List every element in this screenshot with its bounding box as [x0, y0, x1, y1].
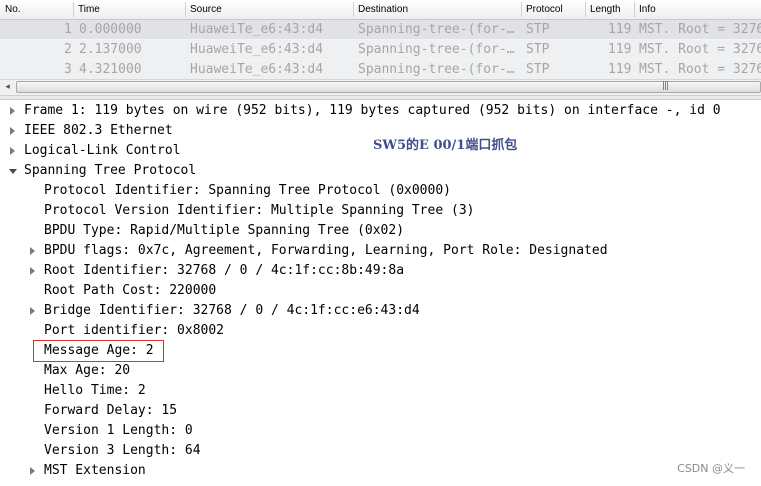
- column-header-source[interactable]: Source: [190, 4, 222, 15]
- column-separator[interactable]: [521, 2, 522, 17]
- scroll-left-icon[interactable]: ◂: [0, 80, 15, 95]
- packet-destination: Spanning-tree-(for-…: [358, 22, 515, 37]
- scrollbar-thumb[interactable]: |||: [16, 81, 761, 93]
- packet-row[interactable]: 3 4.321000 HuaweiTe_e6:43:d4 Spanning-tr…: [0, 60, 761, 79]
- packet-details-tree: Frame 1: 119 bytes on wire (952 bits), 1…: [0, 100, 761, 486]
- tree-field-version-3-length[interactable]: Version 3 Length: 64: [0, 441, 761, 461]
- packet-time: 0.000000: [79, 22, 142, 37]
- packet-length: 119: [608, 22, 632, 37]
- horizontal-scrollbar[interactable]: ◂ |||: [0, 79, 761, 96]
- expand-arrow-icon[interactable]: [10, 147, 15, 155]
- field-label: BPDU flags: 0x7c, Agreement, Forwarding,…: [44, 243, 608, 258]
- capture-annotation: SW5的E 00/1端口抓包: [373, 138, 518, 153]
- packet-destination: Spanning-tree-(for-…: [358, 62, 515, 77]
- tree-field-bpdu-type[interactable]: BPDU Type: Rapid/Multiple Spanning Tree …: [0, 221, 761, 241]
- tree-item-frame[interactable]: Frame 1: 119 bytes on wire (952 bits), 1…: [0, 101, 761, 121]
- tree-item-label: Spanning Tree Protocol: [24, 163, 197, 178]
- column-header-length[interactable]: Length: [590, 4, 621, 15]
- field-label: Protocol Version Identifier: Multiple Sp…: [44, 203, 475, 218]
- field-label: Max Age: 20: [44, 363, 131, 378]
- tree-field-bridge-identifier[interactable]: Bridge Identifier: 32768 / 0 / 4c:1f:cc:…: [0, 301, 761, 321]
- field-label: Hello Time: 2: [44, 383, 146, 398]
- column-separator[interactable]: [634, 2, 635, 17]
- field-label: Version 3 Length: 64: [44, 443, 201, 458]
- tree-field-root-identifier[interactable]: Root Identifier: 32768 / 0 / 4c:1f:cc:8b…: [0, 261, 761, 281]
- tree-field-version-1-length[interactable]: Version 1 Length: 0: [0, 421, 761, 441]
- tree-field-max-age[interactable]: Max Age: 20: [0, 361, 761, 381]
- scrollbar-grip-icon: |||: [662, 81, 669, 91]
- packet-info: MST. Root = 3276: [639, 22, 761, 37]
- packet-protocol: STP: [526, 42, 550, 57]
- tree-field-forward-delay[interactable]: Forward Delay: 15: [0, 401, 761, 421]
- tree-item-label: Frame 1: 119 bytes on wire (952 bits), 1…: [24, 103, 721, 118]
- message-age-highlight-box: [33, 340, 164, 362]
- tree-field-hello-time[interactable]: Hello Time: 2: [0, 381, 761, 401]
- expand-arrow-icon[interactable]: [30, 467, 35, 475]
- column-header-no[interactable]: No.: [5, 4, 21, 15]
- packet-list-header: No. Time Source Destination Protocol Len…: [0, 0, 761, 20]
- field-label: Root Identifier: 32768 / 0 / 4c:1f:cc:8b…: [44, 263, 405, 278]
- collapse-arrow-icon[interactable]: [9, 169, 17, 174]
- packet-protocol: STP: [526, 22, 550, 37]
- watermark: CSDN @义一: [677, 462, 745, 475]
- column-separator[interactable]: [73, 2, 74, 17]
- tree-field-port-identifier[interactable]: Port identifier: 0x8002: [0, 321, 761, 341]
- tree-field-root-path-cost[interactable]: Root Path Cost: 220000: [0, 281, 761, 301]
- column-separator[interactable]: [585, 2, 586, 17]
- packet-info: MST. Root = 3276: [639, 42, 761, 57]
- packet-source: HuaweiTe_e6:43:d4: [190, 22, 324, 37]
- expand-arrow-icon[interactable]: [10, 127, 15, 135]
- packet-list: No. Time Source Destination Protocol Len…: [0, 0, 761, 80]
- packet-time: 4.321000: [79, 62, 142, 77]
- packet-source: HuaweiTe_e6:43:d4: [190, 62, 324, 77]
- packet-no: 3: [64, 62, 72, 77]
- packet-time: 2.137000: [79, 42, 142, 57]
- field-label: Root Path Cost: 220000: [44, 283, 217, 298]
- tree-field-protocol-identifier[interactable]: Protocol Identifier: Spanning Tree Proto…: [0, 181, 761, 201]
- tree-field-protocol-version[interactable]: Protocol Version Identifier: Multiple Sp…: [0, 201, 761, 221]
- packet-no: 2: [64, 42, 72, 57]
- tree-item-label: IEEE 802.3 Ethernet: [24, 123, 173, 138]
- field-label: Protocol Identifier: Spanning Tree Proto…: [44, 183, 451, 198]
- packet-length: 119: [608, 62, 632, 77]
- field-label: Version 1 Length: 0: [44, 423, 193, 438]
- tree-field-mst-extension[interactable]: MST Extension: [0, 461, 761, 481]
- expand-arrow-icon[interactable]: [30, 307, 35, 315]
- expand-arrow-icon[interactable]: [30, 267, 35, 275]
- packet-row[interactable]: 1 0.000000 HuaweiTe_e6:43:d4 Spanning-tr…: [0, 20, 761, 39]
- field-label: Bridge Identifier: 32768 / 0 / 4c:1f:cc:…: [44, 303, 420, 318]
- column-header-protocol[interactable]: Protocol: [526, 4, 563, 15]
- packet-info: MST. Root = 3276: [639, 62, 761, 77]
- field-label: MST Extension: [44, 463, 146, 478]
- column-header-time[interactable]: Time: [78, 4, 100, 15]
- expand-arrow-icon[interactable]: [10, 107, 15, 115]
- expand-arrow-icon[interactable]: [30, 247, 35, 255]
- tree-item-stp[interactable]: Spanning Tree Protocol: [0, 161, 761, 181]
- column-separator[interactable]: [185, 2, 186, 17]
- packet-length: 119: [608, 42, 632, 57]
- packet-destination: Spanning-tree-(for-…: [358, 42, 515, 57]
- field-label: Port identifier: 0x8002: [44, 323, 225, 338]
- field-label: BPDU Type: Rapid/Multiple Spanning Tree …: [44, 223, 405, 238]
- packet-protocol: STP: [526, 62, 550, 77]
- tree-item-label: Logical-Link Control: [24, 143, 181, 158]
- tree-field-bpdu-flags[interactable]: BPDU flags: 0x7c, Agreement, Forwarding,…: [0, 241, 761, 261]
- column-header-info[interactable]: Info: [639, 4, 656, 15]
- packet-no: 1: [64, 22, 72, 37]
- column-separator[interactable]: [353, 2, 354, 17]
- packet-source: HuaweiTe_e6:43:d4: [190, 42, 324, 57]
- packet-row[interactable]: 2 2.137000 HuaweiTe_e6:43:d4 Spanning-tr…: [0, 40, 761, 59]
- column-header-destination[interactable]: Destination: [358, 4, 408, 15]
- field-label: Forward Delay: 15: [44, 403, 178, 418]
